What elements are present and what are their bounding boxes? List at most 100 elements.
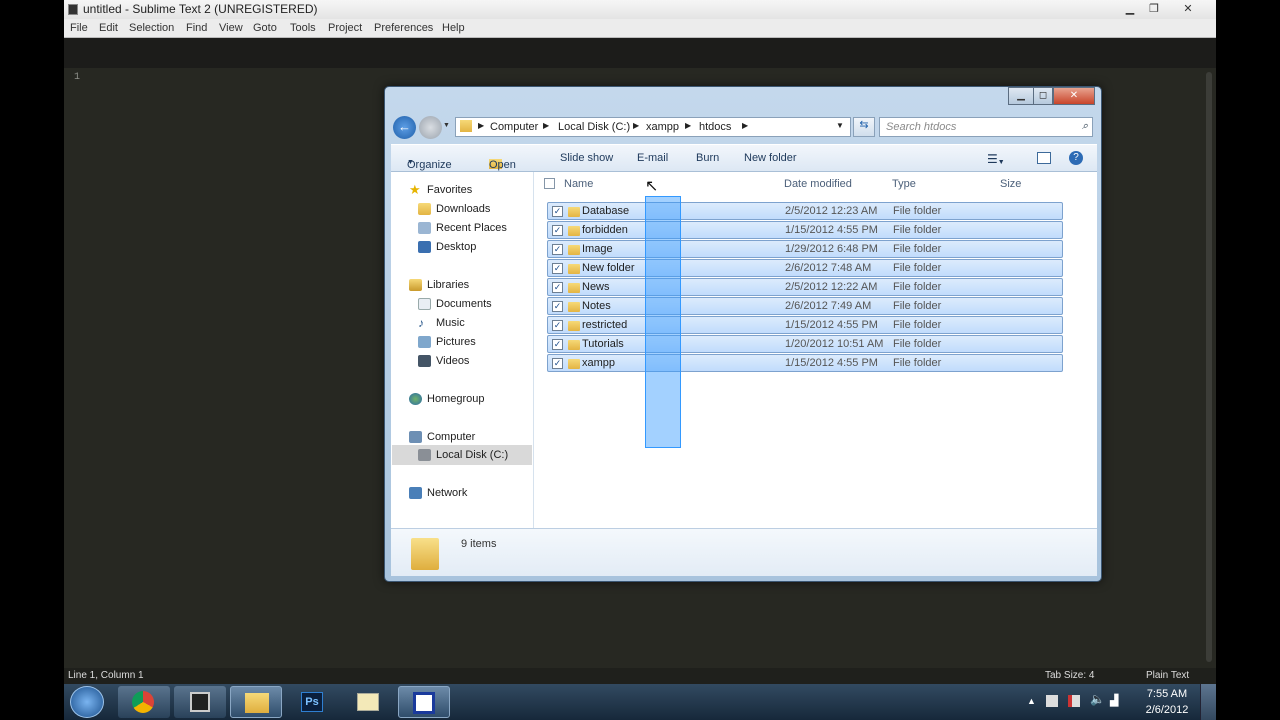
minimize-button[interactable]: ▁ xyxy=(1118,1,1142,17)
address-bar[interactable]: ▶ Computer ▶ Local Disk (C:) ▶ xampp ▶ h… xyxy=(455,117,851,137)
breadcrumb-computer[interactable]: Computer xyxy=(490,121,538,133)
file-name: News xyxy=(582,281,610,293)
column-name[interactable]: Name xyxy=(564,178,593,190)
maximize-button[interactable]: ❐ xyxy=(1142,1,1166,17)
desktop-icon xyxy=(418,241,431,253)
checkbox[interactable]: ✓ xyxy=(552,244,563,255)
email-button[interactable]: E-mail xyxy=(637,152,668,164)
minimap-scrollbar[interactable] xyxy=(1206,72,1212,662)
help-icon[interactable]: ? xyxy=(1069,151,1083,165)
file-name: Image xyxy=(582,243,613,255)
file-row[interactable]: ✓ restricted 1/15/2012 4:55 PM File folder xyxy=(547,316,1063,334)
chrome-taskbar-button[interactable] xyxy=(118,686,170,718)
file-name: Tutorials xyxy=(582,338,624,350)
folder-icon xyxy=(568,264,580,274)
view-options-icon[interactable]: ☰ ▼ xyxy=(987,152,1005,166)
title-bar: untitled - Sublime Text 2 (UNREGISTERED)… xyxy=(64,0,1216,19)
search-icon[interactable]: ⌕ xyxy=(1082,120,1088,133)
slideshow-button[interactable]: Slide show xyxy=(560,152,613,164)
folder-icon xyxy=(568,340,580,350)
file-row[interactable]: ✓ Notes 2/6/2012 7:49 AM File folder xyxy=(547,297,1063,315)
action-center-icon[interactable] xyxy=(1068,695,1080,707)
app-taskbar-button[interactable] xyxy=(342,686,394,718)
menu-tools[interactable]: Tools xyxy=(290,22,316,34)
menu-view[interactable]: View xyxy=(219,22,243,34)
homegroup-icon xyxy=(409,393,422,405)
start-button[interactable] xyxy=(70,686,104,718)
explorer-taskbar-button[interactable] xyxy=(230,686,282,718)
breadcrumb-htdocs[interactable]: htdocs xyxy=(699,121,731,133)
file-name: forbidden xyxy=(582,224,628,236)
address-dropdown-icon[interactable]: ▼ xyxy=(836,121,844,130)
close-button[interactable]: ✕ xyxy=(1176,1,1200,17)
chevron-right-icon: ▶ xyxy=(633,121,640,130)
forward-button[interactable] xyxy=(419,116,442,139)
column-date-modified[interactable]: Date modified xyxy=(784,178,852,190)
checkbox[interactable]: ✓ xyxy=(552,225,563,236)
refresh-icon[interactable]: ⇆ xyxy=(853,117,875,137)
sublime-taskbar-button[interactable] xyxy=(174,686,226,718)
select-all-checkbox[interactable] xyxy=(544,178,555,189)
file-row[interactable]: ✓ News 2/5/2012 12:22 AM File folder xyxy=(547,278,1063,296)
downloads-icon xyxy=(418,203,431,215)
checkbox[interactable]: ✓ xyxy=(552,263,563,274)
nav-local-disk[interactable]: Local Disk (C:) xyxy=(392,445,532,465)
menu-help[interactable]: Help xyxy=(442,22,465,34)
breadcrumb-xampp[interactable]: xampp xyxy=(646,121,679,133)
menu-preferences[interactable]: Preferences xyxy=(374,22,433,34)
column-type[interactable]: Type xyxy=(892,178,916,190)
file-row[interactable]: ✓ Tutorials 1/20/2012 10:51 AM File folder xyxy=(547,335,1063,353)
chevron-right-icon: ▶ xyxy=(478,121,485,130)
file-name: Notes xyxy=(582,300,611,312)
file-row[interactable]: ✓ xampp 1/15/2012 4:55 PM File folder xyxy=(547,354,1063,372)
show-desktop-button[interactable] xyxy=(1200,684,1216,720)
recorder-icon xyxy=(413,692,435,714)
breadcrumb-local-disk[interactable]: Local Disk (C:) xyxy=(558,121,630,133)
file-row[interactable]: ✓ forbidden 1/15/2012 4:55 PM File folder xyxy=(547,221,1063,239)
screen-recorder-taskbar-button[interactable] xyxy=(398,686,450,718)
line-number: 1 xyxy=(74,72,81,83)
menu-find[interactable]: Find xyxy=(186,22,207,34)
preview-pane-icon[interactable] xyxy=(1037,152,1051,164)
recent-pages-arrow-icon[interactable]: ▼ xyxy=(443,122,450,129)
checkbox[interactable]: ✓ xyxy=(552,320,563,331)
tab-bar xyxy=(64,38,1216,68)
show-hidden-icons-icon[interactable]: ▲ xyxy=(1027,696,1036,706)
new-folder-button[interactable]: New folder xyxy=(744,152,797,164)
back-button[interactable]: ← xyxy=(393,116,416,139)
search-input[interactable]: Search htdocs ⌕ xyxy=(879,117,1093,137)
file-row[interactable]: ✓ Database 2/5/2012 12:23 AM File folder xyxy=(547,202,1063,220)
menu-edit[interactable]: Edit xyxy=(99,22,118,34)
checkbox[interactable]: ✓ xyxy=(552,358,563,369)
explorer-minimize-button[interactable]: ▁ xyxy=(1008,87,1034,105)
file-date: 1/29/2012 6:48 PM xyxy=(785,243,878,255)
clock-time[interactable]: 7:55 AM xyxy=(1141,688,1193,700)
folder-icon xyxy=(460,120,472,132)
volume-icon[interactable]: 🔈 xyxy=(1090,692,1105,706)
checkbox[interactable]: ✓ xyxy=(552,339,563,350)
network-tray-icon[interactable]: ▟ xyxy=(1110,694,1118,707)
status-bar: Line 1, Column 1 Tab Size: 4 Plain Text xyxy=(64,668,1216,684)
menu-file[interactable]: File xyxy=(70,22,88,34)
checkbox[interactable]: ✓ xyxy=(552,301,563,312)
column-size[interactable]: Size xyxy=(1000,178,1021,190)
sublime-icon xyxy=(190,692,210,712)
checkbox[interactable]: ✓ xyxy=(552,282,563,293)
file-row[interactable]: ✓ New folder 2/6/2012 7:48 AM File folder xyxy=(547,259,1063,277)
burn-button[interactable]: Burn xyxy=(696,152,719,164)
checkbox[interactable]: ✓ xyxy=(552,206,563,217)
file-type: File folder xyxy=(893,281,942,293)
star-icon: ★ xyxy=(409,182,421,197)
clock-date[interactable]: 2/6/2012 xyxy=(1141,704,1193,716)
tray-device-icon[interactable] xyxy=(1046,695,1058,707)
explorer-close-button[interactable]: ✕ xyxy=(1053,87,1095,105)
status-tab-size[interactable]: Tab Size: 4 xyxy=(1045,668,1094,684)
photoshop-taskbar-button[interactable]: Ps xyxy=(286,686,338,718)
file-row[interactable]: ✓ Image 1/29/2012 6:48 PM File folder xyxy=(547,240,1063,258)
menu-selection[interactable]: Selection xyxy=(129,22,174,34)
menu-project[interactable]: Project xyxy=(328,22,362,34)
taskbar: Ps ▲ 🔈 ▟ 7:55 AM 2/6/2012 xyxy=(64,684,1216,720)
menu-goto[interactable]: Goto xyxy=(253,22,277,34)
status-syntax[interactable]: Plain Text xyxy=(1146,668,1189,684)
explorer-maximize-button[interactable]: ◻ xyxy=(1033,87,1053,105)
